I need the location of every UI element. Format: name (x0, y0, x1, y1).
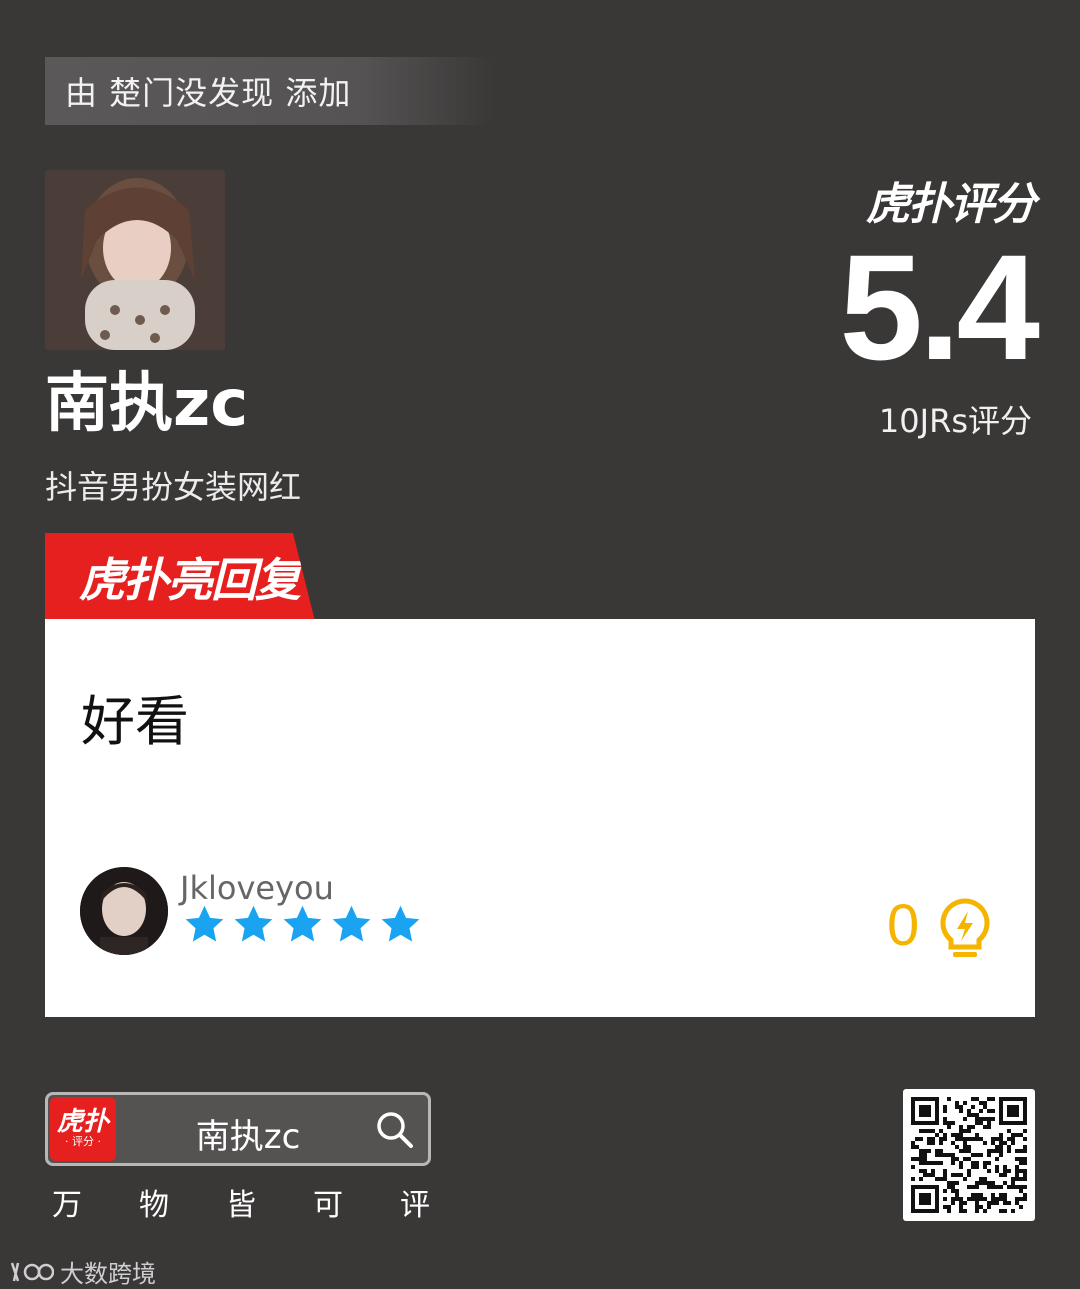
user-avatar[interactable] (80, 867, 168, 955)
watermark-logo-icon (10, 1262, 54, 1281)
score-count: 10JRs评分 (878, 402, 1032, 440)
added-by-text: 由 楚门没发现 添加 (65, 74, 352, 112)
rating-stars (183, 903, 422, 946)
star-icon (234, 905, 273, 942)
star-icon (283, 905, 322, 942)
slogan-char: 评 (400, 1188, 430, 1223)
subject-description: 抖音男扮女装网红 (45, 468, 302, 506)
star-icon (381, 905, 420, 942)
search-query[interactable]: 南执zc (48, 1109, 428, 1158)
username[interactable]: Jkloveyou (180, 869, 334, 907)
watermark: 大数跨境 (10, 1254, 156, 1289)
qr-code[interactable] (903, 1089, 1035, 1221)
watermark-text: 大数跨境 (60, 1260, 156, 1288)
slogan-char: 皆 (226, 1188, 256, 1223)
added-by-banner: 由 楚门没发现 添加 (45, 57, 495, 125)
lightbulb-icon[interactable] (937, 897, 993, 961)
slogan-char: 可 (313, 1188, 343, 1223)
subject-name: 南执zc (45, 367, 249, 441)
slogan-char: 万 (52, 1188, 82, 1223)
slogan: 万 物 皆 可 评 (52, 1180, 430, 1224)
hot-reply-tab: 虎扑亮回复 (45, 533, 315, 621)
search-bar[interactable]: 虎扑 · 评分 · 南执zc (45, 1092, 431, 1166)
search-icon[interactable] (374, 1109, 414, 1149)
star-icon (185, 905, 224, 942)
star-icon (332, 905, 371, 942)
slogan-char: 物 (139, 1188, 169, 1223)
like-count: 0 (887, 893, 920, 958)
reply-text: 好看 (81, 690, 189, 753)
hot-reply-tab-label: 虎扑亮回复 (79, 553, 301, 607)
score-value: 5.4 (839, 223, 1040, 391)
hot-reply-card: 好看 Jkloveyou 0 (45, 619, 1035, 1017)
subject-photo (45, 170, 225, 350)
